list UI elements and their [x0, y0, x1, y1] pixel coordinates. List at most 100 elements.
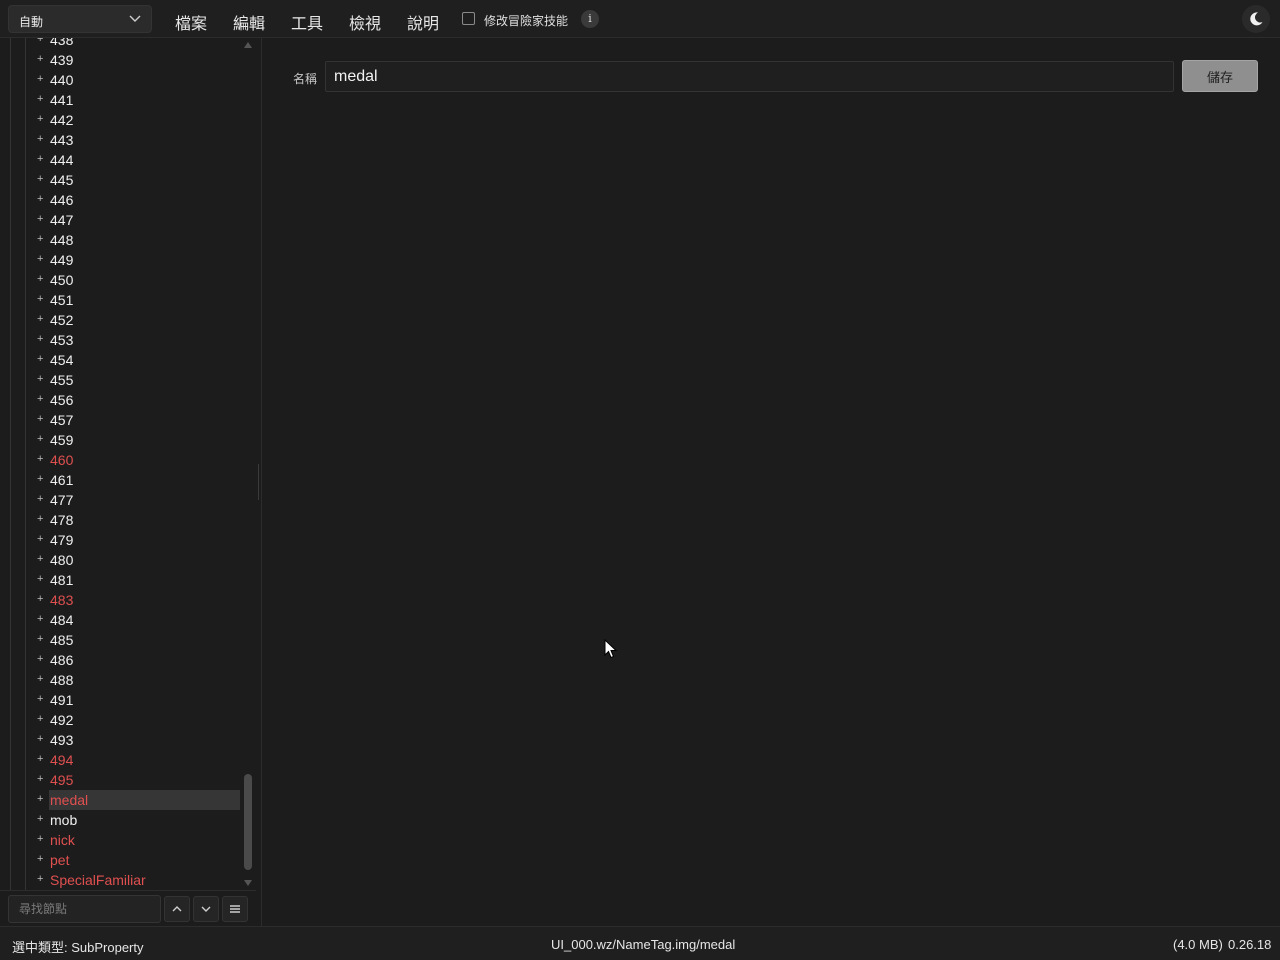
expand-plus-icon[interactable]: + [37, 673, 43, 685]
tree-node[interactable]: +491 [0, 690, 240, 710]
mode-select[interactable]: 自動 [8, 5, 152, 33]
tree-node-label[interactable]: 479 [50, 532, 73, 548]
tree-node[interactable]: + nick [0, 830, 240, 850]
expand-plus-icon[interactable]: + [37, 653, 43, 665]
menu-view[interactable]: 檢視 [349, 10, 381, 34]
tree-node[interactable]: + pet [0, 850, 240, 870]
expand-plus-icon[interactable]: + [37, 173, 43, 185]
expand-plus-icon[interactable]: + [37, 133, 43, 145]
expand-plus-icon[interactable]: + [37, 853, 43, 865]
tree-node[interactable]: +486 [0, 650, 240, 670]
tree-node[interactable]: + mob [0, 810, 240, 830]
tree-node[interactable]: +483 [0, 590, 240, 610]
tree-node[interactable]: +488 [0, 670, 240, 690]
menu-edit[interactable]: 編輯 [233, 10, 265, 34]
tree-node-label[interactable]: 446 [50, 192, 73, 208]
tree-node-label[interactable]: 455 [50, 372, 73, 388]
expand-plus-icon[interactable]: + [37, 373, 43, 385]
tree-node-label[interactable]: 442 [50, 112, 73, 128]
tree-node-label[interactable]: pet [50, 852, 69, 868]
tree-node-label[interactable]: 443 [50, 132, 73, 148]
tree-node[interactable]: +441 [0, 90, 240, 110]
tree-node-label[interactable]: 449 [50, 252, 73, 268]
tree-node-label[interactable]: 481 [50, 572, 73, 588]
theme-toggle-button[interactable] [1242, 5, 1270, 33]
expand-plus-icon[interactable]: + [37, 473, 43, 485]
tree-node-label[interactable]: 440 [50, 72, 73, 88]
tree-node-label[interactable]: 461 [50, 472, 73, 488]
expand-plus-icon[interactable]: + [37, 513, 43, 525]
name-input[interactable] [325, 61, 1174, 92]
expand-plus-icon[interactable]: + [37, 193, 43, 205]
tree-node[interactable]: +450 [0, 270, 240, 290]
expand-plus-icon[interactable]: + [37, 493, 43, 505]
tree-node-label[interactable]: 447 [50, 212, 73, 228]
tree-node[interactable]: +447 [0, 210, 240, 230]
expand-plus-icon[interactable]: + [37, 433, 43, 445]
tree-node[interactable]: +455 [0, 370, 240, 390]
tree-node-label[interactable]: 460 [50, 452, 73, 468]
tree-node-label[interactable]: 457 [50, 412, 73, 428]
tree-node-label[interactable]: 439 [50, 52, 73, 68]
tree-node-label[interactable]: 494 [50, 752, 73, 768]
tree-node[interactable]: + SpecialFamiliar [0, 870, 240, 890]
tree-node[interactable]: +452 [0, 310, 240, 330]
expand-plus-icon[interactable]: + [37, 693, 43, 705]
tree-node-label[interactable]: 492 [50, 712, 73, 728]
tree-node-label[interactable]: 441 [50, 92, 73, 108]
tree-node[interactable]: +492 [0, 710, 240, 730]
expand-plus-icon[interactable]: + [37, 753, 43, 765]
search-prev-button[interactable] [164, 896, 190, 922]
expand-plus-icon[interactable]: + [37, 453, 43, 465]
scroll-up-arrow-icon[interactable] [244, 42, 252, 48]
tree-node-label[interactable]: 454 [50, 352, 73, 368]
expand-plus-icon[interactable]: + [37, 633, 43, 645]
tree-node-label[interactable]: 485 [50, 632, 73, 648]
tree-node[interactable]: +461 [0, 470, 240, 490]
tree-node[interactable]: +448 [0, 230, 240, 250]
tree-node[interactable]: +478 [0, 510, 240, 530]
tree-node-label[interactable]: 488 [50, 672, 73, 688]
tree-node[interactable]: +439 [0, 50, 240, 70]
tree-node-label[interactable]: medal [50, 792, 88, 808]
tree-node-label[interactable]: 459 [50, 432, 73, 448]
tree-node-label[interactable]: 450 [50, 272, 73, 288]
tree-node[interactable]: +484 [0, 610, 240, 630]
tree-node[interactable]: +446 [0, 190, 240, 210]
expand-plus-icon[interactable]: + [37, 533, 43, 545]
tree-node-label[interactable]: 486 [50, 652, 73, 668]
tree-node[interactable]: +438 [0, 38, 240, 50]
tree-node-label[interactable]: 483 [50, 592, 73, 608]
tree-node[interactable]: +445 [0, 170, 240, 190]
panel-splitter[interactable] [256, 38, 262, 926]
scroll-down-arrow-icon[interactable] [244, 880, 252, 886]
expand-plus-icon[interactable]: + [37, 573, 43, 585]
expand-plus-icon[interactable]: + [37, 213, 43, 225]
search-options-button[interactable] [222, 896, 248, 922]
expand-plus-icon[interactable]: + [37, 813, 43, 825]
modify-adventurer-skill-label[interactable]: 修改冒險家技能 [484, 12, 568, 29]
expand-plus-icon[interactable]: + [37, 613, 43, 625]
modify-adventurer-skill-checkbox[interactable] [462, 12, 475, 25]
search-node-input[interactable] [8, 895, 161, 923]
tree-node-label[interactable]: 484 [50, 612, 73, 628]
expand-plus-icon[interactable]: + [37, 733, 43, 745]
tree-node[interactable]: +493 [0, 730, 240, 750]
tree-node[interactable]: +457 [0, 410, 240, 430]
tree-node-label[interactable]: 445 [50, 172, 73, 188]
tree-node[interactable]: + medal [0, 790, 240, 810]
tree-node-label[interactable]: 480 [50, 552, 73, 568]
tree-node[interactable]: +454 [0, 350, 240, 370]
tree-node[interactable]: +443 [0, 130, 240, 150]
tree-node-label[interactable]: 452 [50, 312, 73, 328]
tree-node[interactable]: +451 [0, 290, 240, 310]
tree-node-label[interactable]: 477 [50, 492, 73, 508]
menu-file[interactable]: 檔案 [175, 10, 207, 34]
scrollbar-thumb[interactable] [244, 774, 252, 870]
expand-plus-icon[interactable]: + [37, 233, 43, 245]
expand-plus-icon[interactable]: + [37, 253, 43, 265]
tree-node[interactable]: +456 [0, 390, 240, 410]
tree-node-label[interactable]: nick [50, 832, 75, 848]
tree-node[interactable]: +480 [0, 550, 240, 570]
expand-plus-icon[interactable]: + [37, 773, 43, 785]
